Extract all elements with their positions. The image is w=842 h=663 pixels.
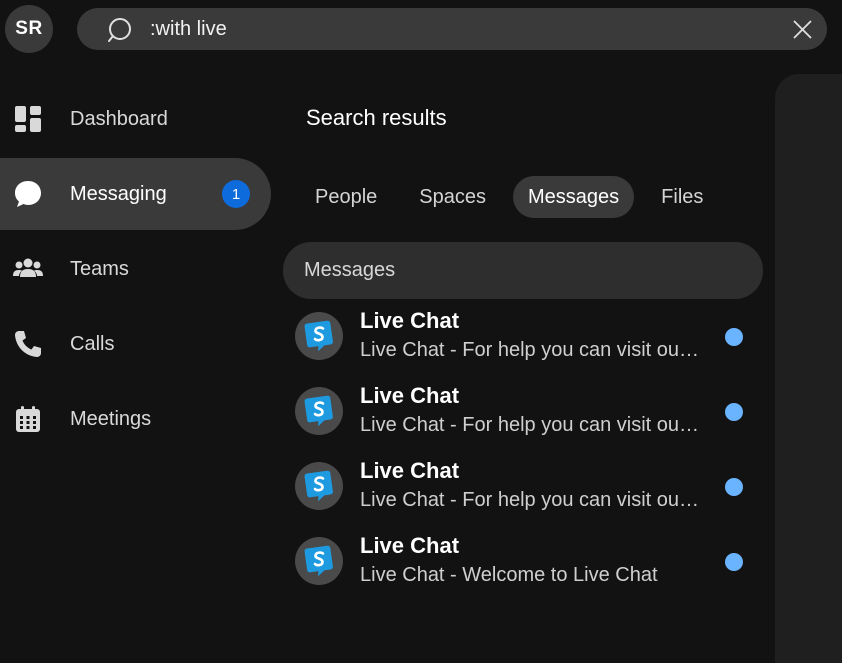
user-avatar[interactable]: SR [5, 5, 53, 53]
unread-count-badge: 1 [222, 180, 250, 208]
tab-files[interactable]: Files [646, 176, 718, 218]
sidebar: Dashboard Messaging 1 Teams Calls Meetin… [0, 83, 272, 458]
unread-indicator [725, 403, 743, 421]
sidebar-item-label: Calls [70, 332, 115, 355]
search-bar [77, 8, 827, 50]
sidebar-item-label: Teams [70, 257, 129, 280]
sidebar-item-dashboard[interactable]: Dashboard [0, 83, 272, 155]
dashboard-icon [12, 103, 44, 135]
message-preview: Live Chat - For help you can visit our w… [360, 414, 705, 436]
right-panel [775, 74, 842, 663]
live-chat-bot-avatar [295, 387, 343, 435]
live-chat-bot-avatar [295, 537, 343, 585]
tab-people[interactable]: People [300, 176, 392, 218]
results-tabs: People Spaces Messages Files [300, 176, 730, 218]
sidebar-item-label: Messaging [70, 182, 167, 205]
sidebar-item-messaging[interactable]: Messaging 1 [0, 158, 271, 230]
search-icon [108, 18, 131, 42]
message-title: Live Chat [360, 308, 460, 333]
list-item[interactable]: Live Chat Live Chat - Welcome to Live Ch… [283, 527, 763, 602]
message-preview: Live Chat - Welcome to Live Chat [360, 564, 658, 586]
message-results-list: Live Chat Live Chat - For help you can v… [283, 302, 763, 602]
teams-icon [12, 253, 44, 285]
message-title: Live Chat [360, 533, 460, 558]
tab-messages[interactable]: Messages [513, 176, 635, 218]
sidebar-item-calls[interactable]: Calls [0, 308, 272, 380]
unread-indicator [725, 478, 743, 496]
phone-icon [12, 328, 44, 360]
sidebar-item-label: Dashboard [70, 107, 168, 130]
message-preview: Live Chat - For help you can visit our w… [360, 489, 705, 511]
message-preview: Live Chat - For help you can visit our w… [360, 339, 705, 361]
live-chat-logo-icon [304, 395, 333, 427]
live-chat-logo-icon [304, 470, 333, 502]
clear-search-icon[interactable] [793, 20, 812, 39]
section-header: Messages [283, 242, 763, 299]
message-title: Live Chat [360, 383, 460, 408]
sidebar-item-meetings[interactable]: Meetings [0, 383, 272, 455]
live-chat-bot-avatar [295, 312, 343, 360]
tab-spaces[interactable]: Spaces [404, 176, 501, 218]
unread-indicator [725, 328, 743, 346]
sidebar-item-label: Meetings [70, 407, 152, 430]
list-item[interactable]: Live Chat Live Chat - For help you can v… [283, 377, 763, 452]
live-chat-logo-icon [304, 545, 333, 577]
sidebar-item-teams[interactable]: Teams [0, 233, 272, 305]
unread-indicator [725, 553, 743, 571]
search-input[interactable] [150, 12, 770, 46]
page-title: Search results [306, 105, 447, 130]
list-item[interactable]: Live Chat Live Chat - For help you can v… [283, 452, 763, 527]
chat-bubble-icon [12, 178, 44, 210]
live-chat-logo-icon [304, 320, 333, 352]
calendar-icon [12, 403, 44, 435]
message-title: Live Chat [360, 458, 460, 483]
list-item[interactable]: Live Chat Live Chat - For help you can v… [283, 302, 763, 377]
live-chat-bot-avatar [295, 462, 343, 510]
